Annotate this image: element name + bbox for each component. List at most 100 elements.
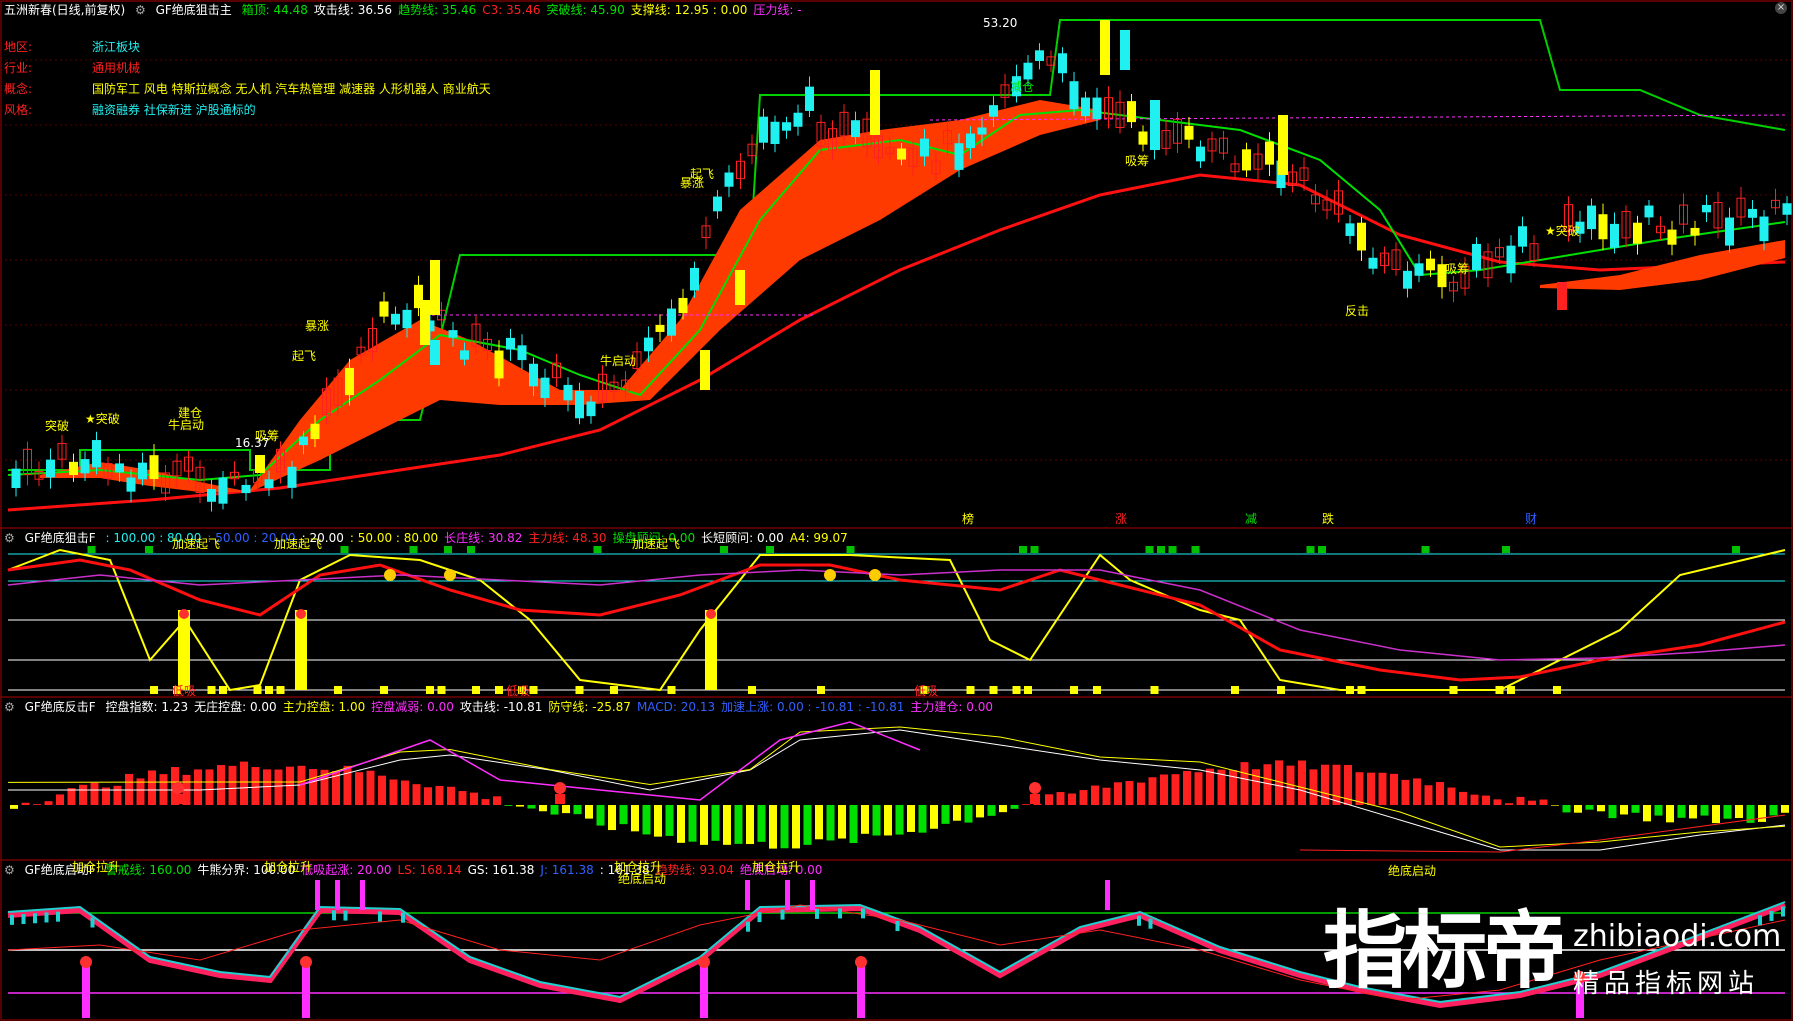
candle-body <box>345 367 354 396</box>
macd-bar <box>1010 805 1019 809</box>
macd-bar <box>1378 772 1387 805</box>
signal-candle <box>1278 115 1288 175</box>
indicator-gear-icon[interactable]: ⚙ <box>4 531 15 545</box>
low-buy-bar <box>555 794 565 804</box>
add-position-bar <box>857 965 865 1018</box>
bottom-dot <box>1495 686 1504 694</box>
main_panel-param: 箱顶: 44.48 <box>241 3 308 17</box>
macd-bar <box>1470 794 1479 805</box>
macd-bar <box>1148 777 1157 805</box>
panel3-indicator-name[interactable]: GF绝底反击F <box>25 700 96 714</box>
macd-bar <box>1505 803 1513 805</box>
macd-bar <box>1677 805 1686 818</box>
candle-body <box>1782 203 1792 215</box>
macd-bar <box>596 805 605 826</box>
smiley-icon <box>444 569 456 581</box>
candle-body <box>1265 141 1274 165</box>
diamond-icon <box>179 609 189 619</box>
signal-label: 绝底启动 <box>618 872 667 886</box>
smiley-icon <box>869 569 881 581</box>
signal-label: 起飞 <box>292 349 317 363</box>
candle-body <box>1725 217 1734 246</box>
macd-bar <box>803 805 812 845</box>
top-dot <box>720 546 728 553</box>
top-dot <box>1019 546 1027 553</box>
macd-bar <box>1125 780 1134 805</box>
event-mark: 减 <box>1245 512 1258 526</box>
panel4-param: LS: 168.14 <box>397 863 462 877</box>
macd-bar <box>1390 773 1398 805</box>
info-row: 地区: 浙江板块 <box>4 38 140 55</box>
panel3-param: 防守线: -25.87 <box>548 700 631 714</box>
macd-bar <box>884 805 892 836</box>
macd-bar <box>1321 764 1329 805</box>
hist-tick <box>861 908 865 919</box>
macd-bar <box>240 761 248 805</box>
candle-body <box>897 148 906 160</box>
macd-bar <box>1689 805 1697 819</box>
macd-bar <box>907 805 915 832</box>
macd-bar <box>1137 782 1145 805</box>
candle-body <box>402 309 412 329</box>
candle-body <box>69 461 78 476</box>
spike-bar <box>315 880 320 910</box>
stock-title[interactable]: 五洲新春(日线,前复权) <box>4 3 125 17</box>
hist-tick <box>343 910 348 921</box>
macd-bar <box>608 805 616 831</box>
macd-bar <box>401 780 409 805</box>
macd-bar <box>1723 805 1732 819</box>
signal-candle <box>870 70 880 135</box>
macd-bar <box>228 765 237 805</box>
indicator-gear-icon[interactable]: ⚙ <box>4 863 15 877</box>
top-dot <box>87 546 96 553</box>
info-value[interactable]: 融资融券 社保新进 沪股通标的 <box>92 103 256 117</box>
bottom-dot <box>207 686 216 694</box>
signal-candle <box>1150 100 1160 150</box>
candle-body <box>690 267 699 291</box>
bottom-dot <box>265 686 273 694</box>
signal-label: ★突破 <box>85 412 120 426</box>
watermark-brand: 指标帝 <box>1323 902 1567 1000</box>
indicator-gear-icon[interactable]: ⚙ <box>135 3 146 17</box>
info-value[interactable]: 国防军工 风电 特斯拉概念 无人机 汽车热管理 减速器 人形机器人 商业航天 <box>92 82 491 96</box>
candle-body <box>667 308 676 336</box>
indicator-gear-icon[interactable]: ⚙ <box>4 700 15 714</box>
candle-body <box>989 105 998 117</box>
macd-bar <box>1367 772 1375 805</box>
macd-bar <box>631 805 639 832</box>
macd-bar <box>976 805 984 818</box>
panel2-graph <box>7 546 1786 694</box>
signal-label: 加速起飞 <box>632 537 681 551</box>
bottom-dot <box>1357 686 1366 694</box>
macd-bar <box>504 805 513 806</box>
candle-body <box>241 484 251 494</box>
info-value[interactable]: 通用机械 <box>92 61 140 75</box>
candle-body <box>310 423 320 440</box>
bottom-dot <box>1507 686 1515 694</box>
info-value[interactable]: 浙江板块 <box>92 40 140 54</box>
panel4-params: 警戒线: 160.00 牛熊分界: 100.00 低吸起涨: 20.00 LS: 16… <box>106 863 829 877</box>
main-indicator-name[interactable]: GF绝底狙击主 <box>156 3 232 17</box>
signal-label: 加仓拉升 <box>264 860 313 874</box>
event-mark: 涨 <box>1115 512 1128 526</box>
top-dot <box>766 546 774 553</box>
close-icon[interactable]: × <box>1775 2 1787 14</box>
macd-bar <box>194 769 202 805</box>
panel2-param: : 50.00 : 80.00 <box>349 531 439 545</box>
panel3-graph <box>7 721 1789 853</box>
candle-body <box>299 436 308 446</box>
macd-bar <box>1091 785 1099 805</box>
add-position-icon <box>80 956 92 968</box>
macd-bar <box>539 805 547 812</box>
hist-tick <box>780 909 785 920</box>
add-position-icon <box>698 956 710 968</box>
macd-bar <box>251 767 260 805</box>
panel2-indicator-name[interactable]: GF绝底狙击F <box>25 531 96 545</box>
macd-bar <box>113 785 122 805</box>
macd-bar <box>366 770 375 805</box>
bottom-dot <box>1277 686 1285 694</box>
macd-bar <box>1424 785 1433 805</box>
bottom-dot <box>966 686 975 694</box>
candle-body <box>1644 205 1654 218</box>
macd-bar <box>470 792 478 805</box>
